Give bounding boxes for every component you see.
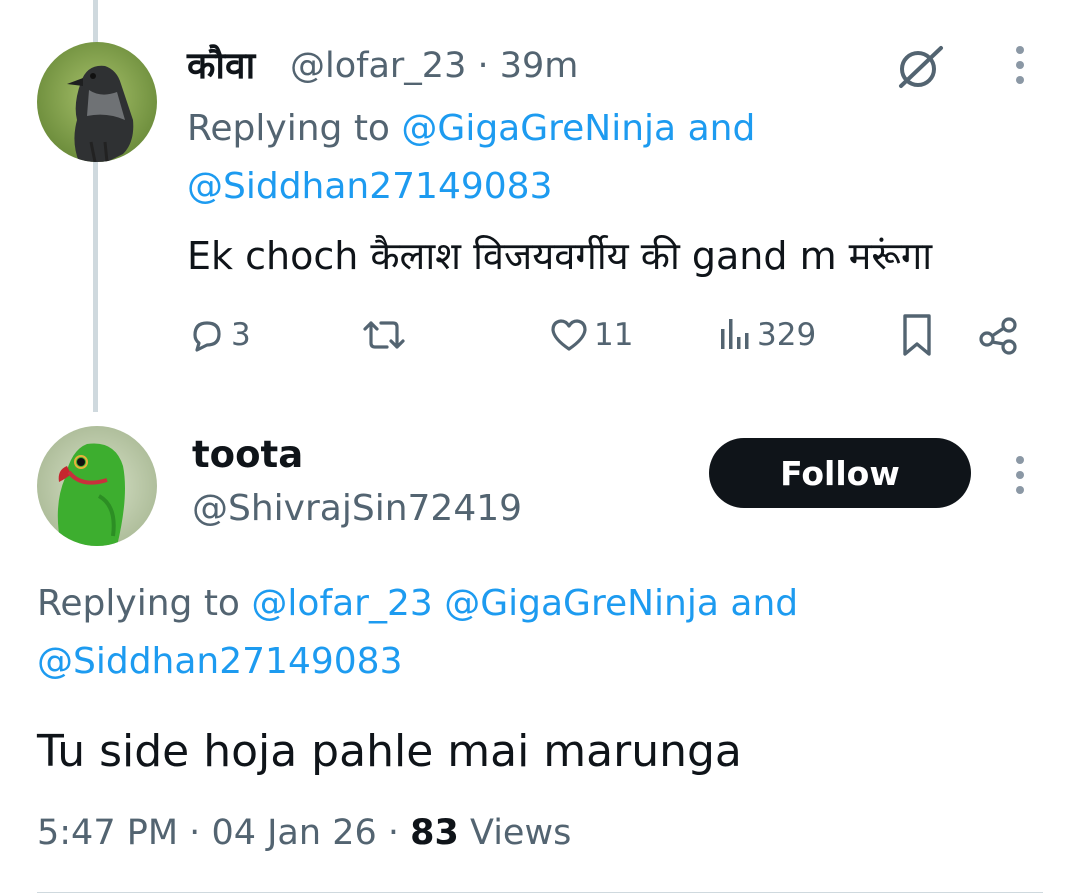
reply-and[interactable]: and xyxy=(730,583,798,624)
bookmark-icon xyxy=(897,312,937,358)
separator-dot: · xyxy=(189,813,201,853)
tweet-text: Ek choch कैलाश विजयवर्गीय की gand m मरूं… xyxy=(187,234,933,278)
grok-icon[interactable] xyxy=(893,40,947,98)
reply-icon xyxy=(187,315,227,355)
action-bar: 3 11 329 xyxy=(187,310,1027,360)
separator-dot: · xyxy=(387,813,400,853)
retweet-icon xyxy=(357,315,411,355)
display-name[interactable]: कौवा xyxy=(187,44,255,88)
divider xyxy=(37,892,1043,893)
views-button[interactable]: 329 xyxy=(717,310,816,360)
views-count: 83 xyxy=(410,813,459,853)
display-name[interactable]: toota xyxy=(192,430,303,480)
more-icon[interactable] xyxy=(1013,46,1027,84)
reply-and[interactable]: and xyxy=(688,108,756,149)
replying-label: Replying to xyxy=(187,108,390,149)
mention-link[interactable]: @GigaGreNinja xyxy=(444,583,719,624)
relative-time[interactable]: 39m xyxy=(500,46,579,86)
separator-dot: · xyxy=(477,46,489,86)
mention-link[interactable]: @GigaGreNinja xyxy=(401,108,676,149)
views-label: Views xyxy=(470,813,572,853)
share-icon xyxy=(977,313,1021,357)
more-icon[interactable] xyxy=(1013,456,1027,494)
handle[interactable]: @ShivrajSin72419 xyxy=(192,484,522,534)
handle[interactable]: @lofar_23 xyxy=(290,46,466,86)
view-count: 329 xyxy=(757,317,817,353)
reply-button[interactable]: 3 xyxy=(187,310,251,360)
replying-label: Replying to xyxy=(37,583,240,624)
mention-link[interactable]: @lofar_23 xyxy=(251,583,432,624)
share-button[interactable] xyxy=(977,310,1021,360)
views-icon xyxy=(717,315,753,355)
post-date[interactable]: 04 Jan 26 xyxy=(211,813,376,853)
reply-count: 3 xyxy=(231,317,251,353)
tweet-meta: @lofar_23 · 39m xyxy=(290,44,578,88)
replying-to: Replying to @lofar_23 @GigaGreNinja and … xyxy=(37,575,997,691)
mention-link[interactable]: @Siddhan27149083 xyxy=(37,641,402,682)
like-icon xyxy=(548,315,590,355)
bookmark-button[interactable] xyxy=(897,310,937,360)
tweet-text: Tu side hoja pahle mai marunga xyxy=(37,726,742,777)
tweet-timestamp: 5:47 PM · 04 Jan 26 · 83 Views xyxy=(37,806,571,860)
follow-button[interactable]: Follow xyxy=(709,438,971,508)
avatar-parrot[interactable] xyxy=(37,426,157,546)
avatar-crow[interactable] xyxy=(37,42,157,162)
post-time[interactable]: 5:47 PM xyxy=(37,813,178,853)
mention-link[interactable]: @Siddhan27149083 xyxy=(187,166,552,207)
like-button[interactable]: 11 xyxy=(548,310,633,360)
retweet-button[interactable] xyxy=(357,310,411,360)
replying-to: Replying to @GigaGreNinja and @Siddhan27… xyxy=(187,100,907,216)
like-count: 11 xyxy=(594,317,634,353)
